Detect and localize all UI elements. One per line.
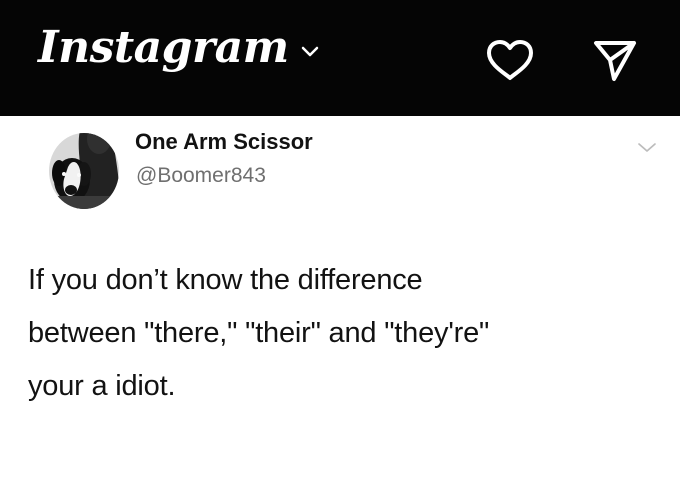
screenshot-page: Instagram One Arm Scissor @Boomer843 If … — [0, 0, 680, 485]
chevron-down-icon[interactable] — [636, 140, 658, 154]
tweet-text: If you don’t know the difference between… — [28, 254, 668, 413]
heart-icon[interactable] — [484, 37, 536, 83]
tweet-text-line: between "there," "their" and "they're" — [28, 317, 490, 349]
author-handle[interactable]: @Boomer843 — [136, 162, 266, 190]
chevron-down-icon[interactable] — [300, 44, 320, 58]
author-display-name[interactable]: One Arm Scissor — [135, 128, 313, 156]
send-icon[interactable] — [590, 36, 640, 84]
instagram-header: Instagram — [0, 0, 680, 116]
tweet-text-line: If you don’t know the difference — [28, 264, 423, 296]
avatar[interactable] — [48, 118, 120, 210]
tweet-text-line: your a idiot. — [28, 370, 176, 402]
app-title[interactable]: Instagram — [38, 18, 289, 78]
